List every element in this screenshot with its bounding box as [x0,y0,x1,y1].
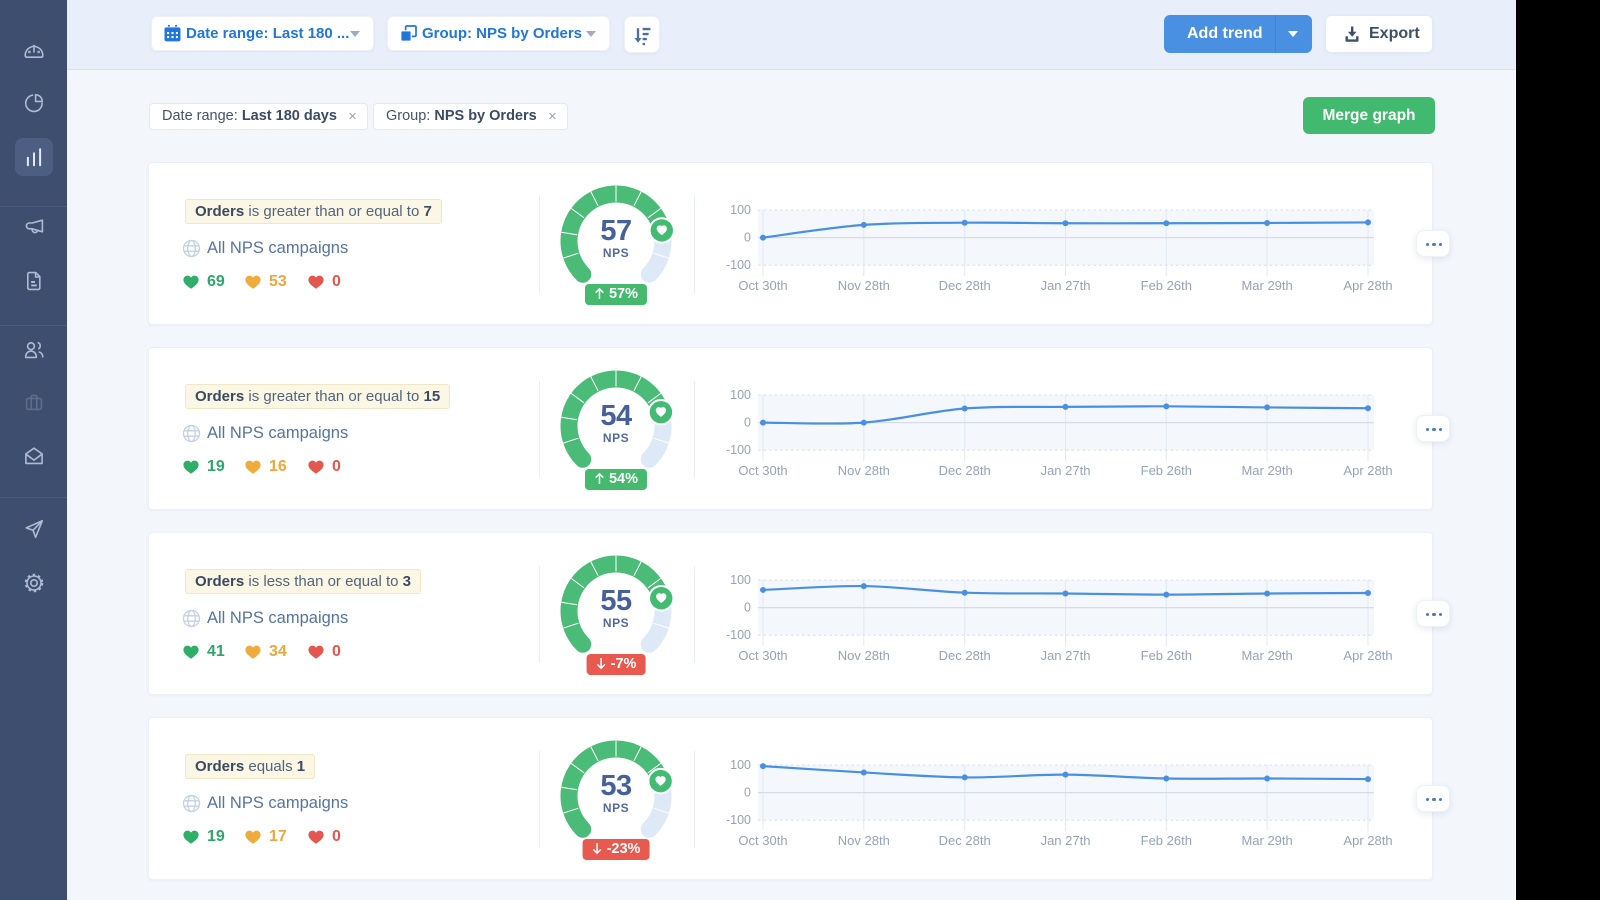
svg-text:Oct 30th: Oct 30th [738,833,787,848]
svg-text:Oct 30th: Oct 30th [738,463,787,478]
svg-text:Oct 30th: Oct 30th [738,648,787,663]
svg-text:Apr 28th: Apr 28th [1343,833,1392,848]
svg-text:0: 0 [744,786,751,800]
svg-text:Jan 27th: Jan 27th [1041,648,1091,663]
svg-text:Oct 30th: Oct 30th [738,278,787,293]
svg-text:0: 0 [744,601,751,615]
svg-text:Nov 28th: Nov 28th [838,648,890,663]
svg-text:100: 100 [730,573,751,587]
svg-text:100: 100 [730,388,751,402]
svg-text:0: 0 [744,231,751,245]
svg-text:Apr 28th: Apr 28th [1343,648,1392,663]
svg-text:Mar 29th: Mar 29th [1241,463,1292,478]
svg-text:-100: -100 [726,813,751,827]
svg-text:Apr 28th: Apr 28th [1343,278,1392,293]
svg-text:Mar 29th: Mar 29th [1241,833,1292,848]
svg-text:Nov 28th: Nov 28th [838,278,890,293]
svg-text:-100: -100 [726,443,751,457]
svg-text:Feb 26th: Feb 26th [1141,648,1192,663]
svg-text:Mar 29th: Mar 29th [1241,648,1292,663]
svg-text:Feb 26th: Feb 26th [1141,278,1192,293]
svg-text:Nov 28th: Nov 28th [838,833,890,848]
svg-text:0: 0 [744,416,751,430]
svg-text:-100: -100 [726,628,751,642]
svg-text:Feb 26th: Feb 26th [1141,833,1192,848]
svg-text:100: 100 [730,758,751,772]
svg-text:Apr 28th: Apr 28th [1343,463,1392,478]
svg-text:Mar 29th: Mar 29th [1241,278,1292,293]
svg-text:Jan 27th: Jan 27th [1041,463,1091,478]
svg-text:-100: -100 [726,258,751,272]
svg-text:Dec 28th: Dec 28th [939,833,991,848]
svg-text:100: 100 [730,203,751,217]
svg-text:Dec 28th: Dec 28th [939,463,991,478]
svg-text:Jan 27th: Jan 27th [1041,833,1091,848]
svg-text:Feb 26th: Feb 26th [1141,463,1192,478]
svg-text:Dec 28th: Dec 28th [939,648,991,663]
svg-text:Nov 28th: Nov 28th [838,463,890,478]
svg-text:Dec 28th: Dec 28th [939,278,991,293]
svg-text:Jan 27th: Jan 27th [1041,278,1091,293]
